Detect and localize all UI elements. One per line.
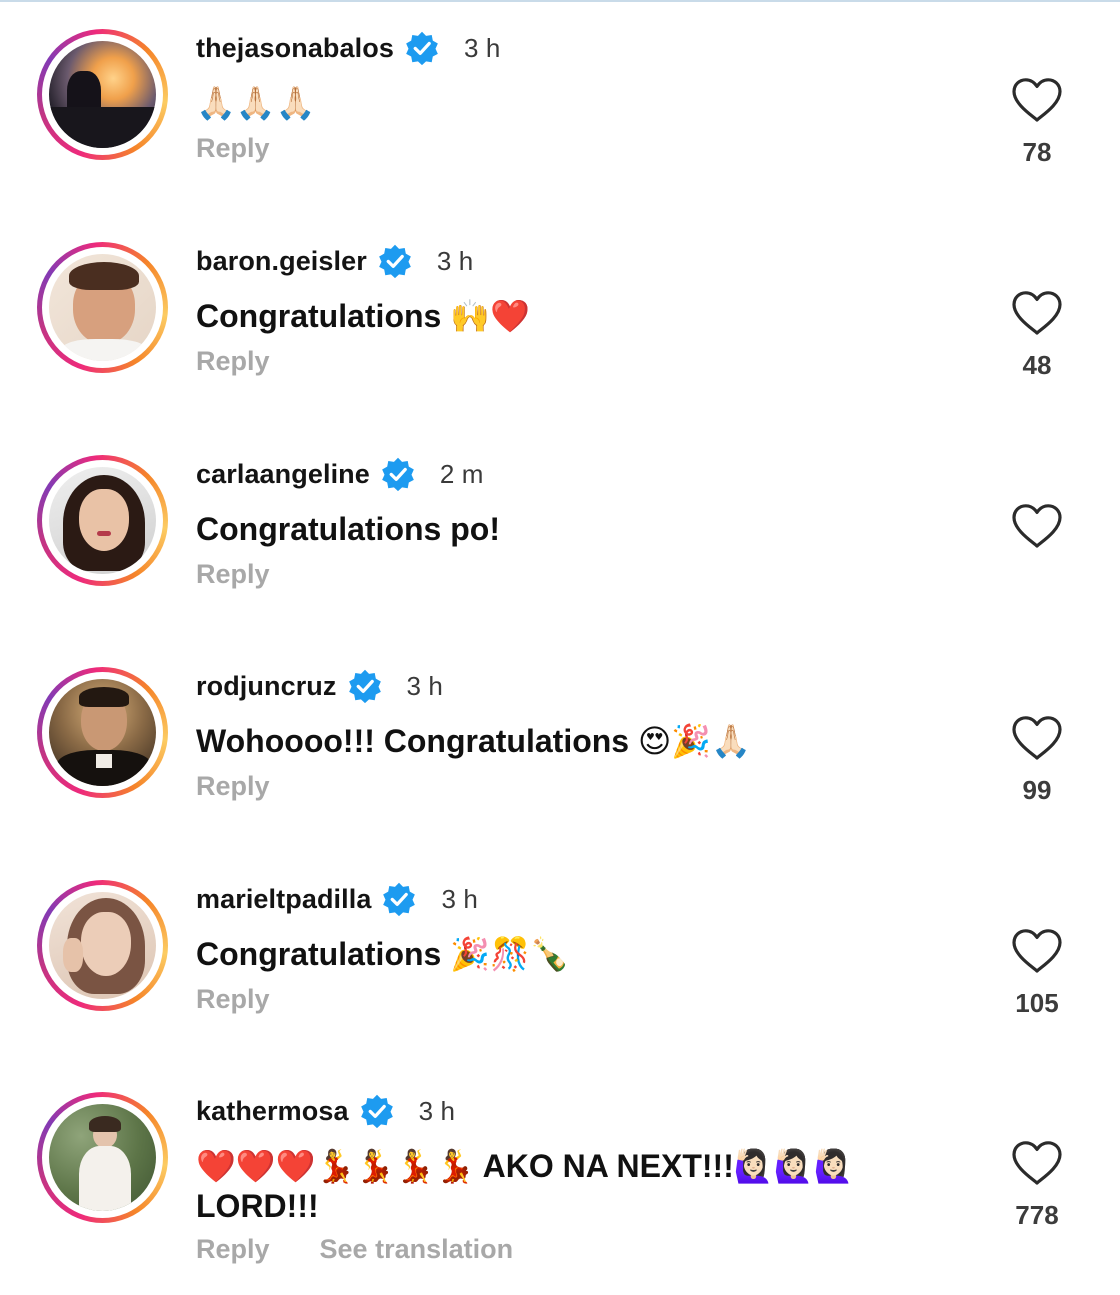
avatar: [49, 467, 156, 574]
reply-button[interactable]: Reply: [196, 984, 270, 1015]
comment-text: Congratulations 🙌❤️: [196, 296, 936, 336]
comment-username[interactable]: rodjuncruz 3 h: [196, 667, 443, 705]
username-text[interactable]: marieltpadilla: [196, 884, 371, 915]
verified-badge-icon: [382, 457, 414, 492]
comment-text: ❤️❤️❤️💃💃💃💃 AKO NA NEXT!!!🙋🏻‍♀️🙋🏻‍♀️🙋🏻‍♀️…: [196, 1146, 896, 1226]
comment-username[interactable]: baron.geisler 3 h: [196, 242, 473, 280]
verified-badge-icon: [406, 31, 438, 66]
heart-outline-icon[interactable]: [1011, 715, 1063, 761]
comment-text: Congratulations 🎉🎊🍾: [196, 934, 936, 974]
comment-username[interactable]: marieltpadilla 3 h: [196, 880, 478, 918]
avatar: [49, 41, 156, 148]
heart-outline-icon[interactable]: [1011, 77, 1063, 123]
verified-badge-icon: [383, 882, 416, 917]
reply-button[interactable]: Reply: [196, 1234, 270, 1265]
comment-text-content: Congratulations 🙌❤️: [196, 298, 530, 334]
comment-text-content: Congratulations po!: [196, 511, 500, 547]
like-count: 105: [1015, 988, 1059, 1018]
comment-text-content: Wohoooo!!! Congratulations 😍🎉🙏🏻: [196, 723, 752, 759]
comment-username[interactable]: thejasonabalos 3 h: [196, 29, 500, 67]
username-text[interactable]: rodjuncruz: [196, 671, 337, 702]
avatar-story-ring[interactable]: [37, 1092, 168, 1223]
comment-time: 3 h: [441, 883, 478, 914]
avatar: [49, 679, 156, 786]
username-text[interactable]: baron.geisler: [196, 246, 367, 277]
username-text[interactable]: carlaangeline: [196, 459, 370, 490]
comment-time: 3 h: [436, 245, 474, 276]
like-count: 78: [1022, 137, 1052, 167]
like-count: 48: [1022, 350, 1052, 380]
avatar-story-ring[interactable]: [37, 667, 168, 798]
avatar: [49, 1104, 156, 1211]
see-translation-button[interactable]: See translation: [320, 1234, 514, 1265]
heart-outline-icon[interactable]: [1011, 503, 1063, 549]
verified-badge-icon: [379, 244, 411, 279]
avatar: [49, 892, 156, 999]
heart-outline-icon[interactable]: [1011, 928, 1063, 974]
avatar-story-ring[interactable]: [37, 880, 168, 1011]
verified-badge-icon: [360, 1094, 393, 1129]
username-text[interactable]: thejasonabalos: [196, 33, 394, 64]
comment-time: 3 h: [406, 670, 443, 701]
avatar-story-ring[interactable]: [37, 455, 168, 586]
avatar: [49, 254, 156, 361]
username-text[interactable]: kathermosa: [196, 1096, 349, 1127]
reply-button[interactable]: Reply: [196, 559, 270, 590]
comment-username[interactable]: carlaangeline 2 m: [196, 455, 484, 493]
comment-time: 2 m: [439, 458, 484, 489]
like-count: 99: [1022, 775, 1052, 805]
comment-username[interactable]: kathermosa 3 h: [196, 1092, 455, 1130]
comment-time: 3 h: [463, 32, 501, 63]
comment-text: Wohoooo!!! Congratulations 😍🎉🙏🏻: [196, 721, 936, 761]
comment-text-content: 🙏🏻🙏🏻🙏🏻: [196, 84, 316, 122]
reply-button[interactable]: Reply: [196, 771, 270, 802]
like-count: 778: [1015, 1200, 1059, 1230]
heart-outline-icon[interactable]: [1011, 290, 1063, 336]
heart-outline-icon[interactable]: [1011, 1140, 1063, 1186]
reply-button[interactable]: Reply: [196, 133, 270, 164]
reply-button[interactable]: Reply: [196, 346, 270, 377]
comment-text: Congratulations po!: [196, 509, 936, 549]
comment-text-content: ❤️❤️❤️💃💃💃💃 AKO NA NEXT!!!🙋🏻‍♀️🙋🏻‍♀️🙋🏻‍♀️…: [196, 1148, 854, 1224]
comments-list: thejasonabalos 3 h 🙏🏻🙏🏻🙏🏻 Reply 78 baron…: [0, 0, 1120, 1295]
comment-text-content: Congratulations 🎉🎊🍾: [196, 936, 570, 972]
verified-badge-icon: [348, 669, 381, 704]
avatar-story-ring[interactable]: [37, 242, 168, 373]
avatar-story-ring[interactable]: [37, 29, 168, 160]
comment-text: 🙏🏻🙏🏻🙏🏻: [196, 83, 936, 123]
comment-time: 3 h: [418, 1095, 456, 1126]
